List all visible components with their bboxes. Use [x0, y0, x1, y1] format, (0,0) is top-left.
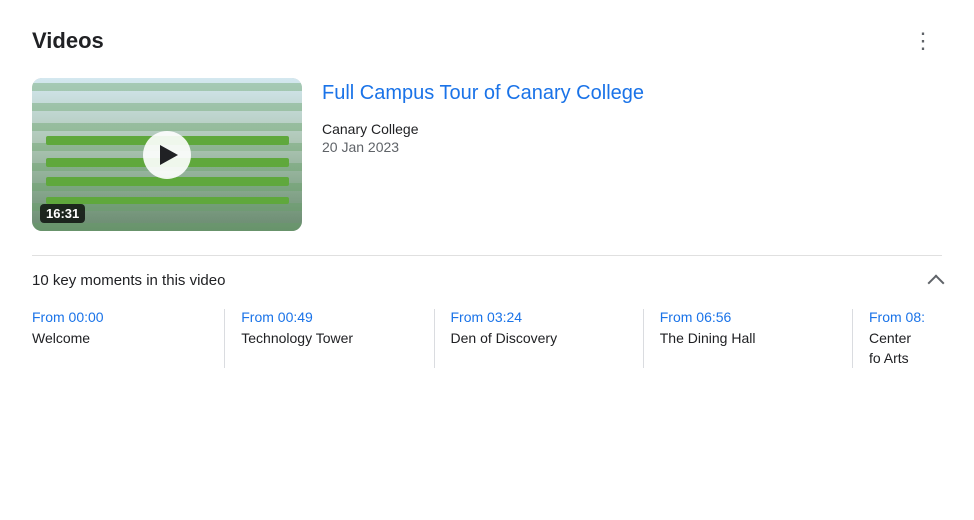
moment-timestamp[interactable]: From 06:56 — [660, 309, 836, 325]
page-title: Videos — [32, 28, 104, 54]
more-options-icon[interactable]: ⋮ — [904, 24, 942, 58]
moment-timestamp[interactable]: From 08: — [869, 309, 926, 325]
moment-item: From 06:56 The Dining Hall — [643, 309, 852, 368]
key-moments-summary: 10 key moments in this video — [32, 272, 225, 289]
videos-header: Videos ⋮ — [32, 24, 942, 58]
moment-label: Center fo Arts — [869, 329, 926, 368]
moment-timestamp[interactable]: From 00:49 — [241, 309, 417, 325]
video-channel: Canary College — [322, 121, 644, 137]
moment-item: From 00:00 Welcome — [32, 309, 224, 368]
collapse-icon[interactable] — [928, 274, 945, 291]
moment-timestamp[interactable]: From 00:00 — [32, 309, 208, 325]
moment-item: From 03:24 Den of Discovery — [434, 309, 643, 368]
moment-item-partial: From 08: Center fo Arts — [852, 309, 942, 368]
video-thumbnail[interactable]: 16:31 — [32, 78, 302, 231]
moment-timestamp[interactable]: From 03:24 — [451, 309, 627, 325]
video-duration: 16:31 — [40, 204, 85, 223]
key-moments-header: 10 key moments in this video — [32, 255, 942, 309]
play-button[interactable] — [143, 131, 191, 179]
video-info: Full Campus Tour of Canary College Canar… — [322, 78, 644, 231]
moment-label: Den of Discovery — [451, 329, 627, 349]
moments-list: From 00:00 Welcome From 00:49 Technology… — [32, 309, 942, 368]
play-icon — [160, 145, 178, 165]
video-title[interactable]: Full Campus Tour of Canary College — [322, 82, 644, 105]
video-card: 16:31 Full Campus Tour of Canary College… — [32, 78, 942, 231]
moment-item: From 00:49 Technology Tower — [224, 309, 433, 368]
moment-label: The Dining Hall — [660, 329, 836, 349]
moment-label: Welcome — [32, 329, 208, 349]
video-date: 20 Jan 2023 — [322, 139, 644, 155]
moment-label: Technology Tower — [241, 329, 417, 349]
